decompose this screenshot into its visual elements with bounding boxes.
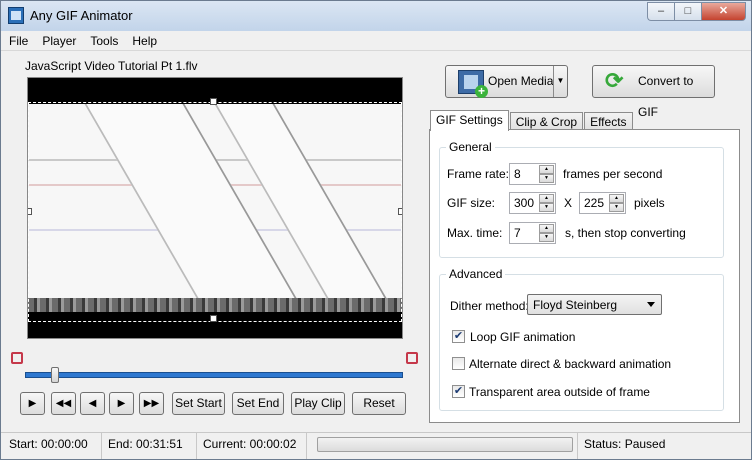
frame-rate-down-icon[interactable]: ▼ [539,174,554,183]
dither-method-label: Dither method: [450,299,529,313]
transparent-area-checkbox[interactable]: ✔ [452,385,465,398]
crop-handle-bottom[interactable] [210,315,217,322]
max-time-down-icon[interactable]: ▼ [539,233,554,242]
max-time-up-icon[interactable]: ▲ [539,224,554,233]
crop-handle-left[interactable] [28,208,32,215]
maximize-button[interactable]: □ [674,2,701,21]
app-window: Any GIF Animator – □ ✕ File Player Tools… [0,0,752,460]
status-start: Start: 00:00:00 [3,433,102,459]
conversion-progress-bar [317,437,573,452]
gif-height-spinner[interactable]: 225 ▲ ▼ [579,192,626,214]
reset-button[interactable]: Reset [352,392,406,415]
set-end-button[interactable]: Set End [232,392,284,415]
size-separator: X [564,196,573,210]
checkmark-icon: ✔ [453,385,464,397]
max-time-value: 7 [514,226,521,240]
dither-method-value: Floyd Steinberg [533,298,618,312]
convert-to-gif-button[interactable]: ⟳ Convert to GIF [592,65,715,119]
fast-forward-icon: ▶▶ [143,398,160,409]
gif-height-down-icon[interactable]: ▼ [609,203,624,212]
status-current: Current: 00:00:02 [197,433,307,459]
advanced-group: Advanced Dither method: Floyd Steinberg … [439,267,724,411]
tab-gif-settings[interactable]: GIF Settings [430,110,509,131]
set-start-button[interactable]: Set Start [172,392,225,415]
gif-size-label: GIF size: [447,196,496,210]
dither-method-select[interactable]: Floyd Steinberg [527,294,662,315]
menu-tools[interactable]: Tools [83,31,125,50]
convert-label: Convert to GIF [638,74,694,119]
general-group-title: General [446,140,495,154]
gif-height-value: 225 [584,196,605,210]
settings-tabs: GIF Settings Clip & Crop Effects [430,110,634,132]
gif-settings-panel: General Frame rate: 8 ▲ ▼ frames per sec… [429,129,740,423]
status-bar: Start: 00:00:00 End: 00:31:51 Current: 0… [1,432,751,459]
frame-rate-spinner[interactable]: 8 ▲ ▼ [509,163,556,185]
window-title: Any GIF Animator [30,8,133,23]
chevron-down-icon [647,302,655,307]
play-clip-button[interactable]: Play Clip [291,392,345,415]
open-media-button[interactable]: Open Media ▼ [445,65,568,98]
minimize-button[interactable]: – [647,2,674,21]
alternate-animation-checkbox[interactable] [452,357,465,370]
video-preview[interactable] [27,77,403,339]
open-media-label: Open Media [488,74,554,88]
step-back-button[interactable]: ◀ [80,392,105,415]
open-media-dropdown[interactable]: ▼ [553,66,567,97]
menu-player[interactable]: Player [35,31,83,50]
max-time-spinner[interactable]: 7 ▲ ▼ [509,222,556,244]
step-back-icon: ◀ [88,398,97,409]
menu-help[interactable]: Help [125,31,164,50]
menu-file[interactable]: File [1,31,35,50]
checkmark-icon: ✔ [453,330,464,342]
caption-buttons: – □ ✕ [647,2,746,21]
rewind-button[interactable]: ◀◀ [51,392,76,415]
max-time-unit: s, then stop converting [565,226,686,240]
step-forward-button[interactable]: ▶ [109,392,134,415]
start-marker-icon[interactable] [11,352,23,364]
gif-height-up-icon[interactable]: ▲ [609,194,624,203]
convert-arrows-icon: ⟳ [605,68,624,93]
fast-forward-button[interactable]: ▶▶ [139,392,164,415]
app-film-icon [8,7,24,24]
timeline-thumb[interactable] [50,367,59,383]
film-add-icon [458,70,488,98]
end-marker-icon[interactable] [406,352,418,364]
crop-handle-top[interactable] [210,98,217,105]
frame-rate-value: 8 [514,167,521,181]
status-end: End: 00:31:51 [102,433,197,459]
transparent-area-label: Transparent area outside of frame [469,385,650,399]
play-button[interactable]: ▶ [20,392,45,415]
menu-bar: File Player Tools Help [1,31,751,51]
loop-gif-checkbox[interactable]: ✔ [452,330,465,343]
size-unit: pixels [634,196,665,210]
frame-rate-unit: frames per second [563,167,663,181]
frame-rate-up-icon[interactable]: ▲ [539,165,554,174]
gif-width-spinner[interactable]: 300 ▲ ▼ [509,192,556,214]
alternate-animation-label: Alternate direct & backward animation [469,357,672,371]
timeline-slider[interactable] [25,372,403,378]
rewind-icon: ◀◀ [55,398,72,409]
crop-handle-right[interactable] [398,208,402,215]
loop-gif-label: Loop GIF animation [470,330,576,344]
gif-width-value: 300 [514,196,535,210]
gif-width-down-icon[interactable]: ▼ [539,203,554,212]
title-bar: Any GIF Animator – □ ✕ [1,1,751,31]
general-group: General Frame rate: 8 ▲ ▼ frames per sec… [439,140,724,258]
frame-rate-label: Frame rate: [447,167,510,181]
crop-rectangle[interactable] [28,102,402,322]
play-icon: ▶ [28,398,37,409]
gif-width-up-icon[interactable]: ▲ [539,194,554,203]
close-button[interactable]: ✕ [701,2,746,21]
step-forward-icon: ▶ [117,398,126,409]
status-state: Status: Paused [577,433,749,459]
max-time-label: Max. time: [447,226,503,240]
media-file-name: JavaScript Video Tutorial Pt 1.flv [25,59,198,73]
advanced-group-title: Advanced [446,267,506,281]
